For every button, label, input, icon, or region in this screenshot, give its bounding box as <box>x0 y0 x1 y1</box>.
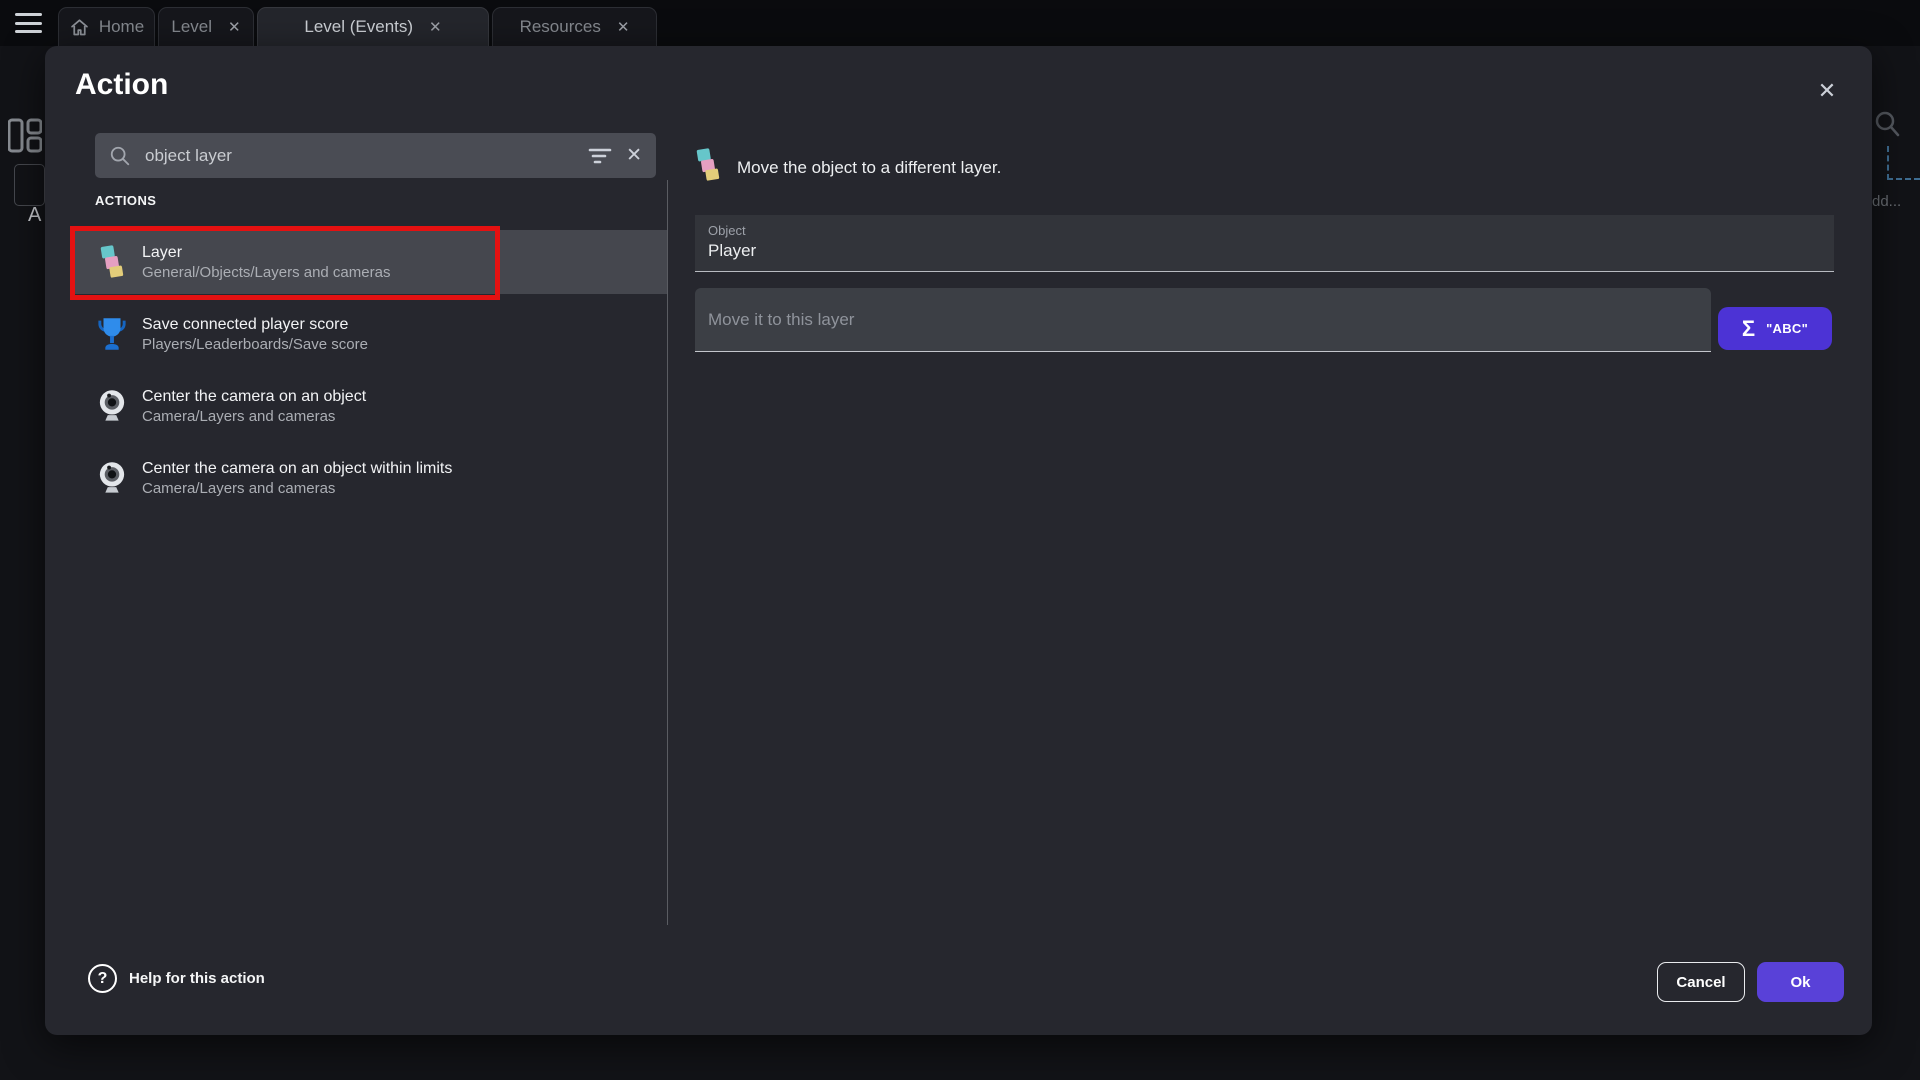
action-title: Save connected player score <box>142 314 368 335</box>
tab-close-icon[interactable]: ✕ <box>429 18 442 36</box>
object-field-label: Object <box>695 215 1834 238</box>
tab-close-icon[interactable]: ✕ <box>617 18 630 36</box>
sigma-icon: Σ <box>1742 318 1755 340</box>
tab-resources[interactable]: Resources ✕ <box>492 7 657 46</box>
tab-label: Home <box>99 17 144 37</box>
help-button[interactable]: ? Help for this action <box>88 964 265 993</box>
main-menu-icon[interactable] <box>15 13 42 33</box>
action-item-layer[interactable]: Layer General/Objects/Layers and cameras <box>75 230 667 294</box>
layer-input[interactable] <box>708 310 1698 330</box>
instances-panel-icon <box>8 118 42 154</box>
webcam-icon <box>97 389 127 423</box>
tab-bar: Home Level ✕ Level (Events) ✕ Resources … <box>0 0 1920 46</box>
search-icon <box>109 145 131 167</box>
dialog-title: Action <box>75 68 168 102</box>
selection-dashed-rectangle <box>1887 146 1920 180</box>
tab-level-events[interactable]: Level (Events) ✕ <box>257 7 489 46</box>
action-search-bar[interactable]: ✕ <box>95 133 656 178</box>
layers-icon <box>97 245 127 279</box>
occluded-panel-button <box>14 164 45 206</box>
action-path: General/Objects/Layers and cameras <box>142 263 390 283</box>
action-item-save-score[interactable]: Save connected player score Players/Lead… <box>75 302 667 366</box>
cancel-button[interactable]: Cancel <box>1657 962 1745 1002</box>
action-item-center-camera-limits[interactable]: Center the camera on an object within li… <box>75 446 667 510</box>
action-path: Camera/Layers and cameras <box>142 479 452 499</box>
tab-home[interactable]: Home <box>58 7 155 46</box>
action-results-list: Layer General/Objects/Layers and cameras… <box>75 230 667 518</box>
truncated-background-text: dd... <box>1872 193 1901 210</box>
action-title: Center the camera on an object <box>142 386 366 407</box>
editor-search-icon <box>1874 110 1901 138</box>
expression-editor-button[interactable]: Σ "ABC" <box>1718 307 1832 350</box>
layers-icon <box>693 148 723 182</box>
action-title: Layer <box>142 242 390 263</box>
action-description: Move the object to a different layer. <box>737 158 1001 178</box>
layer-field[interactable] <box>695 288 1711 352</box>
tab-label: Level (Events) <box>304 17 413 37</box>
trophy-icon <box>97 317 127 351</box>
action-path: Players/Leaderboards/Save score <box>142 335 368 355</box>
action-path: Camera/Layers and cameras <box>142 407 366 427</box>
editor-tabs: Home Level ✕ Level (Events) ✕ Resources … <box>58 7 657 46</box>
filter-icon[interactable] <box>588 147 612 165</box>
search-clear-icon[interactable]: ✕ <box>626 144 642 167</box>
help-label: Help for this action <box>129 970 265 987</box>
home-icon <box>69 17 90 38</box>
action-item-center-camera[interactable]: Center the camera on an object Camera/La… <box>75 374 667 438</box>
occluded-text-fragment: A <box>28 204 41 227</box>
action-title: Center the camera on an object within li… <box>142 458 452 479</box>
ok-button[interactable]: Ok <box>1757 962 1844 1002</box>
tab-close-icon[interactable]: ✕ <box>228 18 241 36</box>
action-dialog: Action ✕ ✕ ACTIONS Layer General/Objects… <box>45 46 1872 1035</box>
dialog-close-icon[interactable]: ✕ <box>1812 76 1842 106</box>
object-field-value: Player <box>695 241 1834 261</box>
search-input[interactable] <box>145 146 574 166</box>
actions-section-label: ACTIONS <box>95 193 156 208</box>
webcam-icon <box>97 461 127 495</box>
tab-label: Level <box>171 17 212 37</box>
expression-type-label: "ABC" <box>1766 321 1808 336</box>
help-icon: ? <box>88 964 117 993</box>
tab-level[interactable]: Level ✕ <box>158 7 254 46</box>
object-field[interactable]: Object Player <box>695 215 1834 272</box>
panel-divider <box>667 180 668 925</box>
tab-label: Resources <box>520 17 601 37</box>
